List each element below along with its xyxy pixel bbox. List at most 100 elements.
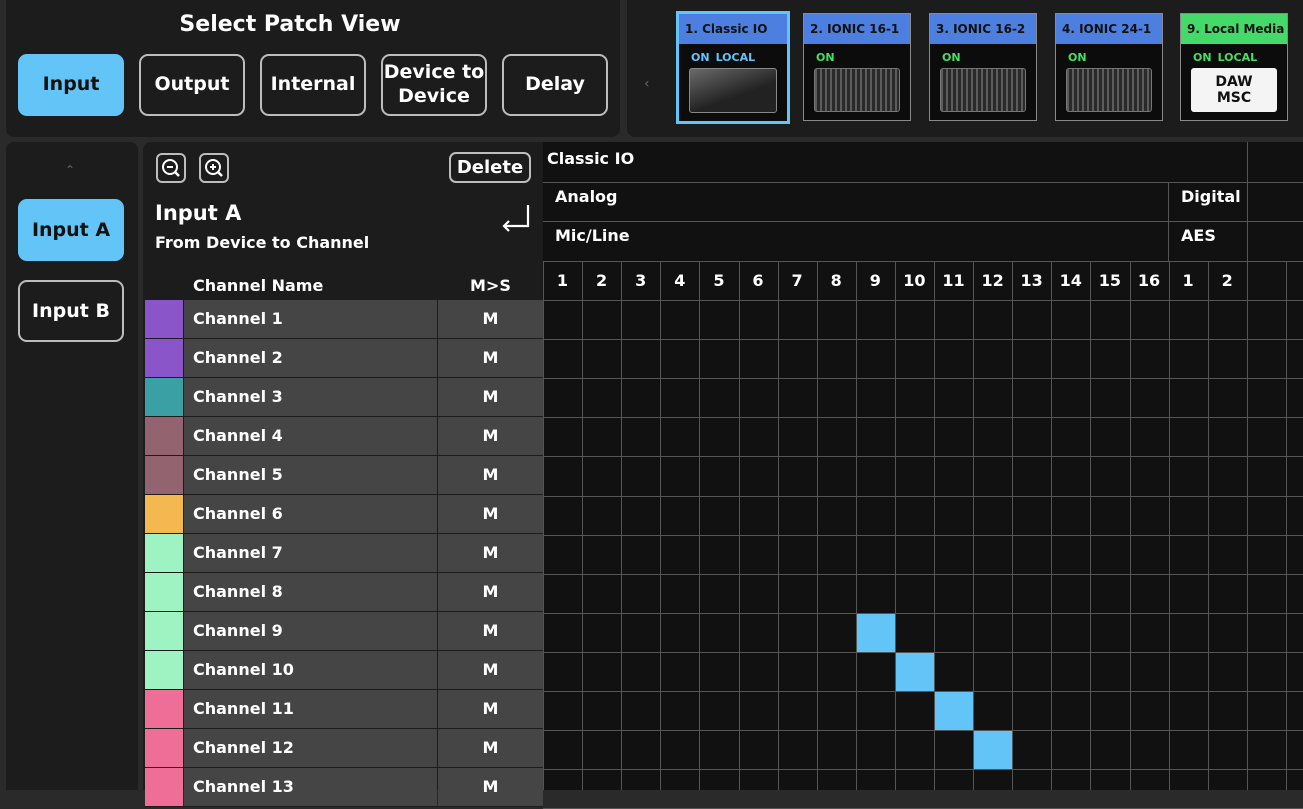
grid-line [543,300,1303,301]
matrix-column-number: 4 [674,271,686,290]
channel-ms[interactable]: M [438,300,543,338]
matrix-column-number: 16 [1137,271,1161,290]
grid-line [543,691,1303,692]
grid-line [543,535,1303,536]
channel-color-swatch [145,339,183,377]
channel-row[interactable]: Channel 1M [145,300,543,339]
grid-line [1012,262,1013,790]
patch-cell[interactable] [896,653,934,691]
device-status: ON [1068,51,1087,64]
channel-ms[interactable]: M [438,651,543,689]
matrix-column-number: 1 [1182,271,1194,290]
patch-cell[interactable] [974,731,1012,769]
channel-name: Channel 7 [184,534,437,572]
channel-ms[interactable]: M [438,573,543,611]
channel-row[interactable]: Channel 4M [145,417,543,456]
grid-line [543,769,1303,770]
grid-line [543,496,1303,497]
patch-view-title: Select Patch View [179,12,401,37]
grid-line [778,262,779,790]
channel-ms[interactable]: M [438,495,543,533]
channel-row[interactable]: Channel 11 M [145,690,543,729]
channel-ms[interactable]: M [438,339,543,377]
view-button-device-to-device[interactable]: Device to Device [381,54,487,116]
channel-ms[interactable]: M [438,690,543,728]
grid-line [543,456,1303,457]
matrix-column-number: 12 [981,271,1004,290]
sidebar-item-input-a[interactable]: Input A [18,199,124,261]
channel-row[interactable]: Channel 8M [145,573,543,612]
channel-ms[interactable]: M [438,768,543,806]
channel-color-swatch [145,534,183,572]
channel-name: Channel 11 [184,690,437,728]
channel-name: Channel 2 [184,339,437,377]
matrix-subgroup-aes: AES [1181,226,1216,245]
strip-left-arrow-icon[interactable]: ‹ [644,76,650,92]
sidebar-item-input-b[interactable]: Input B [18,280,124,342]
patch-cell[interactable] [857,614,895,652]
view-button-internal[interactable]: Internal [260,54,366,116]
matrix-device-label: Classic IO [547,149,635,168]
channel-row[interactable]: Channel 10 M [145,651,543,690]
channel-color-swatch [145,612,183,650]
channel-row[interactable]: Channel 6M [145,495,543,534]
patch-cell[interactable] [935,692,973,730]
channel-name: Channel 10 [184,651,437,689]
channel-color-swatch [145,690,183,728]
channel-row[interactable]: Channel 5M [145,456,543,495]
device-local-badge: LOCAL [715,51,756,64]
matrix-subgroup-mic-line: Mic/Line [555,226,630,245]
matrix-column-number: 9 [869,271,881,290]
grid-line [582,262,583,790]
scroll-up-icon[interactable]: ⌃ [65,163,75,177]
zoom-out-icon[interactable] [156,153,186,183]
grid-line [895,262,896,790]
matrix-column-number: 2 [596,271,608,290]
device-card[interactable]: 3. IONIC 16-2 ON [929,13,1037,121]
grid-line [543,262,544,790]
channel-ms[interactable]: M [438,534,543,572]
matrix-column-number: 14 [1059,271,1082,290]
channel-list: Channel 1 M Channel 2 M Channel 3 M Channel 4M… [145,300,543,807]
device-card[interactable]: 2. IONIC 16-1 ON [803,13,911,121]
channel-ms[interactable]: M [438,456,543,494]
channel-color-swatch [145,417,183,455]
channel-row[interactable]: Channel 12 M [145,729,543,768]
matrix-column-number: 8 [830,271,842,290]
matrix-group-digital: Digital [1181,187,1241,206]
device-image [940,68,1026,112]
channel-color-swatch [145,300,183,338]
channel-row[interactable]: Channel 3M [145,378,543,417]
grid-line [1208,262,1209,790]
channel-ms[interactable]: M [438,612,543,650]
panel-title: Input A [155,201,242,225]
device-status: ON LOCAL [691,51,756,64]
channel-ms[interactable]: M [438,417,543,455]
view-button-output[interactable]: Output [139,54,245,116]
device-card[interactable]: 4. IONIC 24-1 ON [1055,13,1163,121]
channel-row[interactable]: Channel 7M [145,534,543,573]
view-button-delay[interactable]: Delay [502,54,608,116]
device-card[interactable]: 1. Classic IO ON LOCAL [676,11,790,124]
grid-line [543,378,1303,379]
channel-row[interactable]: Channel 9M [145,612,543,651]
zoom-in-icon[interactable] [199,153,229,183]
delete-button[interactable]: Delete [449,152,531,183]
channel-row[interactable]: Channel 2M [145,339,543,378]
view-button-input[interactable]: Input [18,54,124,116]
matrix-column-number: 6 [752,271,764,290]
device-card[interactable]: 9. Local Media ON LOCAL DAW MSC [1180,13,1288,121]
channel-name: Channel 5 [184,456,437,494]
channel-row[interactable]: Channel 13 M [145,768,543,807]
column-header-ms: M>S [470,276,511,295]
channel-color-swatch [145,651,183,689]
channel-ms[interactable]: M [438,729,543,767]
grid-line [621,262,622,790]
grid-line [817,262,818,790]
channel-color-swatch [145,729,183,767]
channel-name: Channel 6 [184,495,437,533]
channel-ms[interactable]: M [438,378,543,416]
grid-line [973,262,974,790]
grid-line [699,262,700,790]
return-icon[interactable] [500,202,530,232]
